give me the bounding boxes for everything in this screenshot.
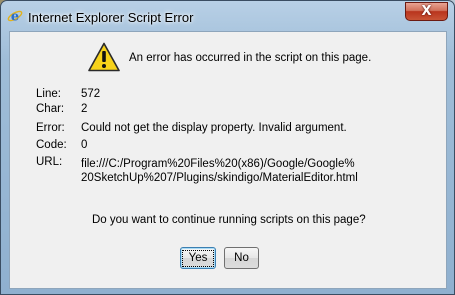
char-label: Char:	[36, 103, 65, 115]
no-button[interactable]: No	[224, 247, 259, 269]
yes-button-label: Yes	[181, 249, 215, 267]
url-label: URL:	[36, 156, 63, 168]
url-value-line2: 20SketchUp%207/Plugins/skindigo/Material…	[81, 172, 358, 184]
title-bar[interactable]: e Internet Explorer Script Error X	[1, 1, 454, 31]
close-icon: X	[421, 4, 432, 19]
no-button-label: No	[234, 252, 249, 264]
error-label: Error:	[36, 122, 65, 134]
code-value: 0	[81, 139, 88, 151]
internet-explorer-icon: e	[7, 10, 23, 25]
error-message: An error has occurred in the script on t…	[129, 52, 372, 64]
warning-icon	[88, 42, 120, 72]
yes-button[interactable]: Yes	[180, 247, 216, 269]
code-label: Code:	[36, 139, 67, 151]
script-error-dialog: e Internet Explorer Script Error X An er…	[0, 0, 455, 295]
line-label: Line:	[36, 88, 61, 100]
char-value: 2	[81, 103, 88, 115]
url-value-line1: file:///C:/Program%20Files%20(x86)/Googl…	[81, 158, 355, 170]
continue-question: Do you want to continue running scripts …	[92, 214, 366, 226]
line-value: 572	[81, 88, 101, 100]
error-value: Could not get the display property. Inva…	[81, 122, 347, 134]
dialog-content: An error has occurred in the script on t…	[9, 31, 447, 289]
svg-text:e: e	[11, 10, 19, 25]
window-title: Internet Explorer Script Error	[28, 10, 194, 25]
close-button[interactable]: X	[405, 2, 448, 21]
